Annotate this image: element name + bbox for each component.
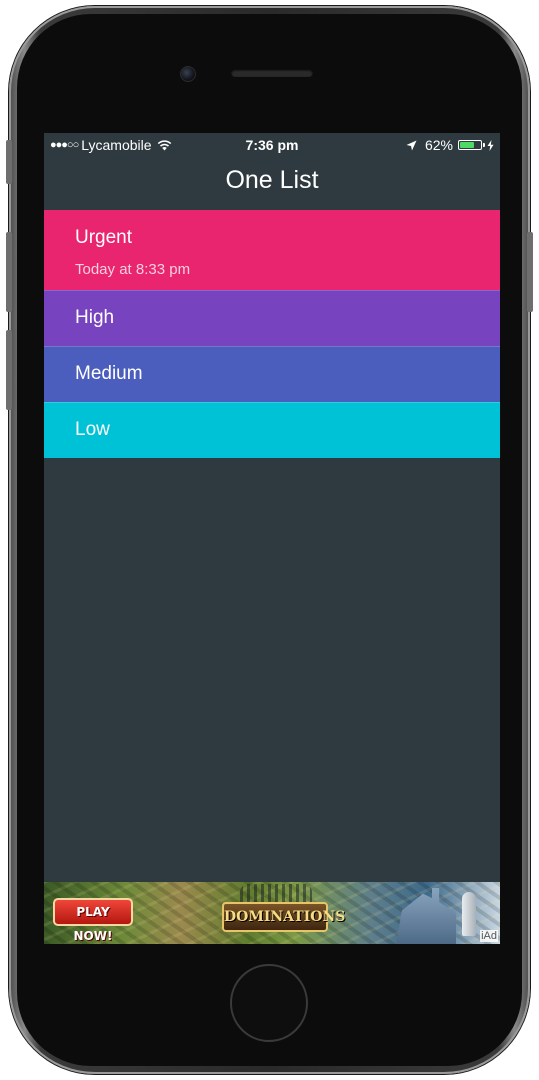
ad-game-logo: DOMINATIONS bbox=[222, 902, 345, 932]
status-right: 62% bbox=[406, 137, 494, 153]
list-item-high[interactable]: High bbox=[44, 290, 500, 346]
ad-soldiers-art bbox=[240, 884, 312, 902]
location-arrow-icon bbox=[406, 140, 417, 150]
list-item-label: Medium bbox=[75, 363, 143, 384]
power-button bbox=[527, 232, 533, 312]
charging-bolt-icon bbox=[487, 139, 494, 151]
list-item-label: Urgent bbox=[75, 227, 133, 248]
volume-down-button bbox=[6, 330, 12, 410]
battery-tip bbox=[483, 143, 485, 147]
ad-rocket-art bbox=[462, 892, 476, 936]
list-item-label: Low bbox=[75, 419, 110, 440]
earpiece-speaker bbox=[231, 69, 313, 77]
ad-banner[interactable]: PLAY NOW! DOMINATIONS iAd bbox=[44, 882, 500, 944]
iad-badge: iAd bbox=[480, 930, 498, 942]
list-item-label: High bbox=[75, 307, 115, 328]
play-now-button[interactable]: PLAY NOW! bbox=[53, 898, 133, 943]
app-screen: ●●●○○ Lycamobile 7:36 pm 62% One List Ur… bbox=[44, 133, 500, 944]
volume-up-button bbox=[6, 232, 12, 312]
home-button[interactable] bbox=[230, 964, 308, 1042]
mute-switch bbox=[6, 140, 12, 184]
list-item-urgent[interactable]: Urgent Today at 8:33 pm bbox=[44, 210, 500, 290]
battery-body bbox=[458, 140, 482, 150]
list-item-low[interactable]: Low bbox=[44, 402, 500, 458]
battery-icon bbox=[458, 140, 485, 150]
priority-list: Urgent Today at 8:33 pm High Medium Low bbox=[44, 210, 500, 458]
list-item-due-date: Today at 8:33 pm bbox=[75, 261, 191, 278]
battery-fill bbox=[460, 142, 474, 148]
front-camera-icon bbox=[180, 66, 196, 82]
battery-percentage: 62% bbox=[424, 137, 453, 153]
list-item-medium[interactable]: Medium bbox=[44, 346, 500, 402]
status-bar: ●●●○○ Lycamobile 7:36 pm 62% bbox=[44, 133, 500, 157]
page-title: One List bbox=[225, 166, 319, 194]
